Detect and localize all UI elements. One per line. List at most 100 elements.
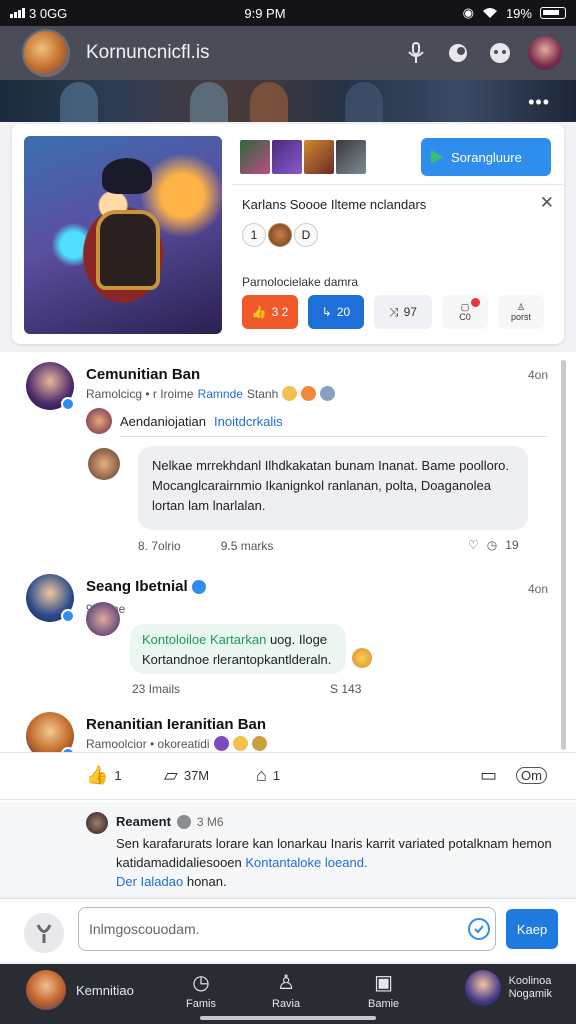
comment-icon: ▱ [164, 765, 178, 785]
reply-author[interactable]: Aendaniojatian [120, 414, 206, 429]
reply-count: 20 [336, 305, 351, 319]
bubble-highlight[interactable]: Kontoloiloe Kartarkan [142, 632, 266, 647]
like-icon[interactable]: ♡ [468, 538, 479, 552]
nav-avatar [26, 970, 66, 1010]
emoji-icon [213, 736, 229, 751]
status-left: 3 0GG [10, 6, 67, 21]
scrollbar[interactable] [561, 360, 566, 750]
notification-dot [471, 298, 480, 307]
comment-link[interactable]: Kontantaloke loeand. [245, 855, 367, 870]
close-icon[interactable]: ✕ [540, 193, 554, 213]
nav-item-famis[interactable]: ◷ Famis [186, 970, 216, 1010]
reply-avatar[interactable] [88, 448, 120, 480]
meta-link[interactable]: Ramnde [198, 387, 243, 401]
play-button[interactable]: Sorangluure [421, 138, 551, 176]
thumbnail-strip [240, 140, 366, 174]
counter-value[interactable]: 1 [242, 223, 266, 247]
play-icon [431, 150, 443, 164]
comment-header: Reament 3 M6 [116, 814, 224, 829]
comment-author[interactable]: Cemunitian Ban [86, 366, 200, 383]
comment-author[interactable]: Reament [116, 814, 171, 829]
like-count: 1 [114, 768, 122, 783]
send-button[interactable]: Kaep [506, 909, 558, 949]
carrier-label: 3 0GG [29, 5, 68, 21]
reply-button[interactable]: ↳ 20 [308, 295, 364, 329]
counter-value[interactable]: D [294, 223, 318, 247]
comment-body: Sen karafarurats lorare kan lonarkau Ina… [116, 834, 556, 891]
bag-icon: ▣ [374, 972, 394, 994]
profile-button[interactable]: ♙ porst [498, 295, 544, 329]
like-action[interactable]: 👍 1 [86, 765, 122, 786]
info-subtitle: Parnolocielake damra [242, 275, 359, 289]
reply-avatar[interactable] [86, 408, 112, 434]
meta-suffix: Stanh [246, 386, 279, 401]
thumbnail[interactable] [272, 140, 302, 174]
nav-label: Famis [186, 998, 216, 1010]
comment-author[interactable]: Renanitian Ieranitian Ban [86, 716, 266, 733]
nav-label: Bamie [368, 998, 400, 1010]
stat-left: 23 Imails [132, 682, 181, 696]
app-title: Kornuncnicfl.is [86, 42, 210, 63]
notifications-button[interactable]: ▢ C0 [442, 295, 488, 329]
comment-action[interactable]: ▱ 37M [164, 765, 209, 786]
gamepad-icon[interactable] [484, 37, 516, 69]
voice-button[interactable] [24, 913, 64, 953]
comment-link[interactable]: Der Ialadao [116, 874, 183, 889]
shield-icon[interactable] [442, 37, 474, 69]
thumb-icon: 👍 [251, 305, 267, 319]
notifications-label: C0 [459, 312, 471, 322]
comment-author[interactable]: Seang Ibetnial [86, 578, 188, 595]
nav-profile[interactable]: Koolinoa Nogamik [464, 970, 552, 1006]
comment-meta: Ramoolcior • okoreatidi [86, 736, 267, 751]
comment-avatar[interactable] [26, 574, 75, 623]
counter-avatar[interactable] [268, 223, 292, 247]
mic-icon[interactable] [400, 37, 432, 69]
status-right: ◉ 19% [463, 5, 566, 21]
counter: 1 D [242, 223, 318, 247]
emoji-icon [232, 736, 248, 751]
user-icon: ♙ [277, 972, 296, 994]
check-icon[interactable] [468, 918, 490, 940]
nav-user-name: Kemnitiao [76, 982, 134, 998]
emoji-icon [282, 386, 298, 401]
header-avatar[interactable] [22, 29, 70, 77]
action-count: 19 [505, 538, 519, 552]
share-button[interactable]: ⤨ 97 [374, 295, 432, 329]
banner-figure [345, 82, 383, 122]
clock-icon[interactable]: ◷ [487, 538, 497, 552]
comment-actions: ♡ ◷ 19 [468, 538, 519, 552]
comment-avatar[interactable] [86, 812, 108, 834]
stat-right: 9.5 marks [220, 539, 274, 553]
thumbnail[interactable] [336, 140, 366, 174]
battery-label: 19% [505, 5, 532, 21]
verified-icon [176, 814, 191, 829]
thumbnail[interactable] [240, 140, 270, 174]
home-indicator[interactable] [200, 1016, 376, 1020]
nav-user[interactable]: Kemnitiao [26, 970, 134, 1010]
nav-item-ravia[interactable]: ♙ Ravia [272, 970, 300, 1010]
comment-input[interactable] [78, 907, 496, 951]
share-icon: ⤨ [389, 304, 399, 319]
message-icon: ▭ [480, 765, 498, 785]
profile-avatar[interactable] [528, 36, 562, 70]
like-button[interactable]: 👍 3 2 [242, 295, 298, 329]
reply-link[interactable]: Inoitdcrkalis [214, 414, 283, 429]
hero-artwork[interactable] [24, 136, 222, 334]
nav-item-bamie[interactable]: ▣ Bamie [368, 970, 399, 1010]
share-icon: ⌂ [256, 765, 267, 785]
comment-stats: 23 Imails S 143 [132, 682, 361, 696]
thumbs-up-icon: 👍 [86, 765, 109, 785]
more-icon[interactable]: ••• [528, 92, 550, 113]
emoji-reaction-icon[interactable] [352, 648, 372, 668]
bell-icon: ▢ [460, 302, 470, 312]
more-action[interactable]: Om [516, 767, 547, 784]
share-action[interactable]: ⌂ 1 [256, 765, 280, 786]
share-count: 97 [403, 305, 417, 319]
nav-profile-line: Nogamik [508, 988, 552, 1000]
message-action[interactable]: ▭ [480, 765, 497, 786]
hero-hair [102, 158, 152, 194]
comment-avatar[interactable] [26, 362, 75, 411]
nav-profile-text: Koolinoa Nogamik [509, 975, 552, 1001]
reply-avatar[interactable] [86, 602, 120, 636]
thumbnail[interactable] [304, 140, 334, 174]
